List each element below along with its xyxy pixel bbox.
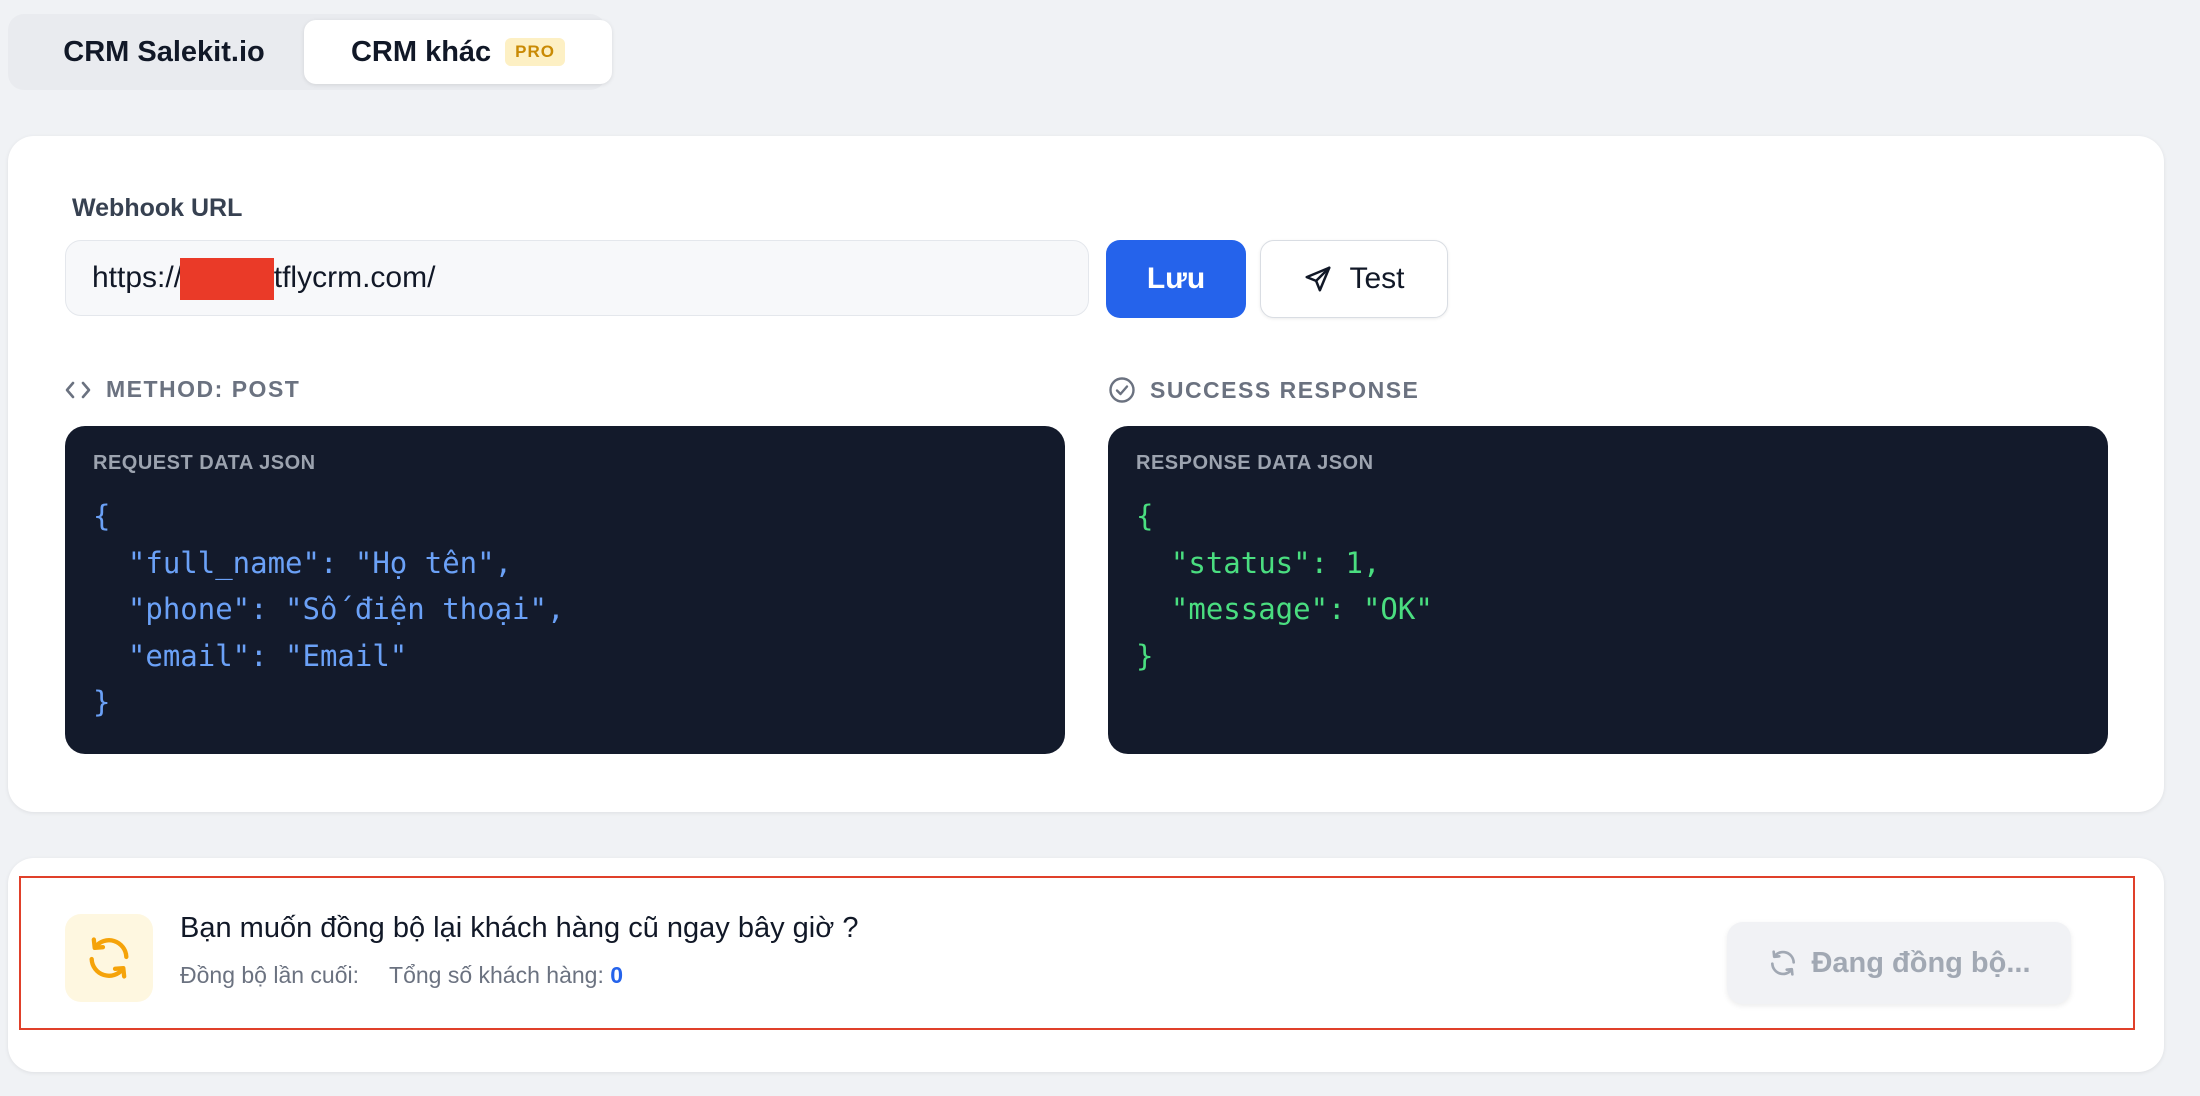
last-sync-label: Đồng bộ lần cuối:	[180, 962, 360, 988]
refresh-icon	[1771, 950, 1796, 976]
code-icon	[65, 381, 91, 398]
code-line: {	[93, 499, 111, 533]
tab-label: CRM Salekit.io	[63, 35, 265, 68]
code-line: "phone": "Số điện thoại",	[93, 592, 565, 626]
redaction-mark	[180, 258, 274, 300]
code-line: "message": "OK"	[1136, 592, 1433, 626]
response-json-block: RESPONSE DATA JSON { "status": 1, "messa…	[1108, 426, 2108, 754]
code-line: }	[1136, 638, 1154, 673]
request-json-block: REQUEST DATA JSON { "full_name": "Họ tên…	[65, 426, 1065, 754]
sync-card: Bạn muốn đồng bộ lại khách hàng cũ ngay …	[8, 858, 2164, 1072]
sync-icon-box	[65, 914, 153, 1002]
code-line: "full_name": "Họ tên",	[93, 545, 513, 580]
response-json-title: RESPONSE DATA JSON	[1136, 452, 1374, 474]
crm-tabs: CRM Salekit.io CRM khác PRO	[8, 14, 612, 90]
test-button[interactable]: Test	[1260, 240, 1448, 318]
success-response-label: SUCCESS RESPONSE	[1150, 376, 1420, 403]
sync-meta: Đồng bộ lần cuối: Tổng số khách hàng: 0	[180, 962, 623, 989]
webhook-url-label: Webhook URL	[72, 194, 243, 222]
total-customers-label: Tổng số khách hàng:	[389, 962, 604, 988]
test-button-label: Test	[1349, 262, 1405, 295]
method-label: METHOD: POST	[106, 376, 301, 402]
tab-label: CRM khác	[350, 35, 492, 68]
total-customers: Tổng số khách hàng: 0	[389, 962, 623, 989]
code-line: "email": "Email"	[93, 638, 408, 673]
webhook-card: Webhook URL Lưu Test METHOD: POST SUCCES…	[8, 136, 2164, 812]
success-response-header: SUCCESS RESPONSE	[1108, 376, 1419, 404]
syncing-button-label: Đang đồng bộ...	[1811, 946, 2031, 979]
refresh-icon	[89, 937, 129, 979]
code-line: {	[1136, 499, 1154, 533]
check-circle-icon	[1109, 377, 1135, 403]
sync-question: Bạn muốn đồng bộ lại khách hàng cũ ngay …	[180, 912, 859, 944]
tab-crm-salekit[interactable]: CRM Salekit.io	[18, 20, 310, 84]
send-icon	[1305, 266, 1331, 292]
save-button[interactable]: Lưu	[1106, 240, 1246, 318]
total-customers-count: 0	[610, 962, 624, 988]
syncing-button[interactable]: Đang đồng bộ...	[1727, 922, 2071, 1004]
method-header: METHOD: POST	[64, 376, 300, 403]
code-line: }	[93, 685, 111, 719]
code-line: "status": 1,	[1136, 545, 1381, 580]
pro-badge: PRO	[505, 38, 566, 66]
request-json-title: REQUEST DATA JSON	[93, 452, 316, 474]
tab-crm-other[interactable]: CRM khác PRO	[304, 20, 612, 84]
